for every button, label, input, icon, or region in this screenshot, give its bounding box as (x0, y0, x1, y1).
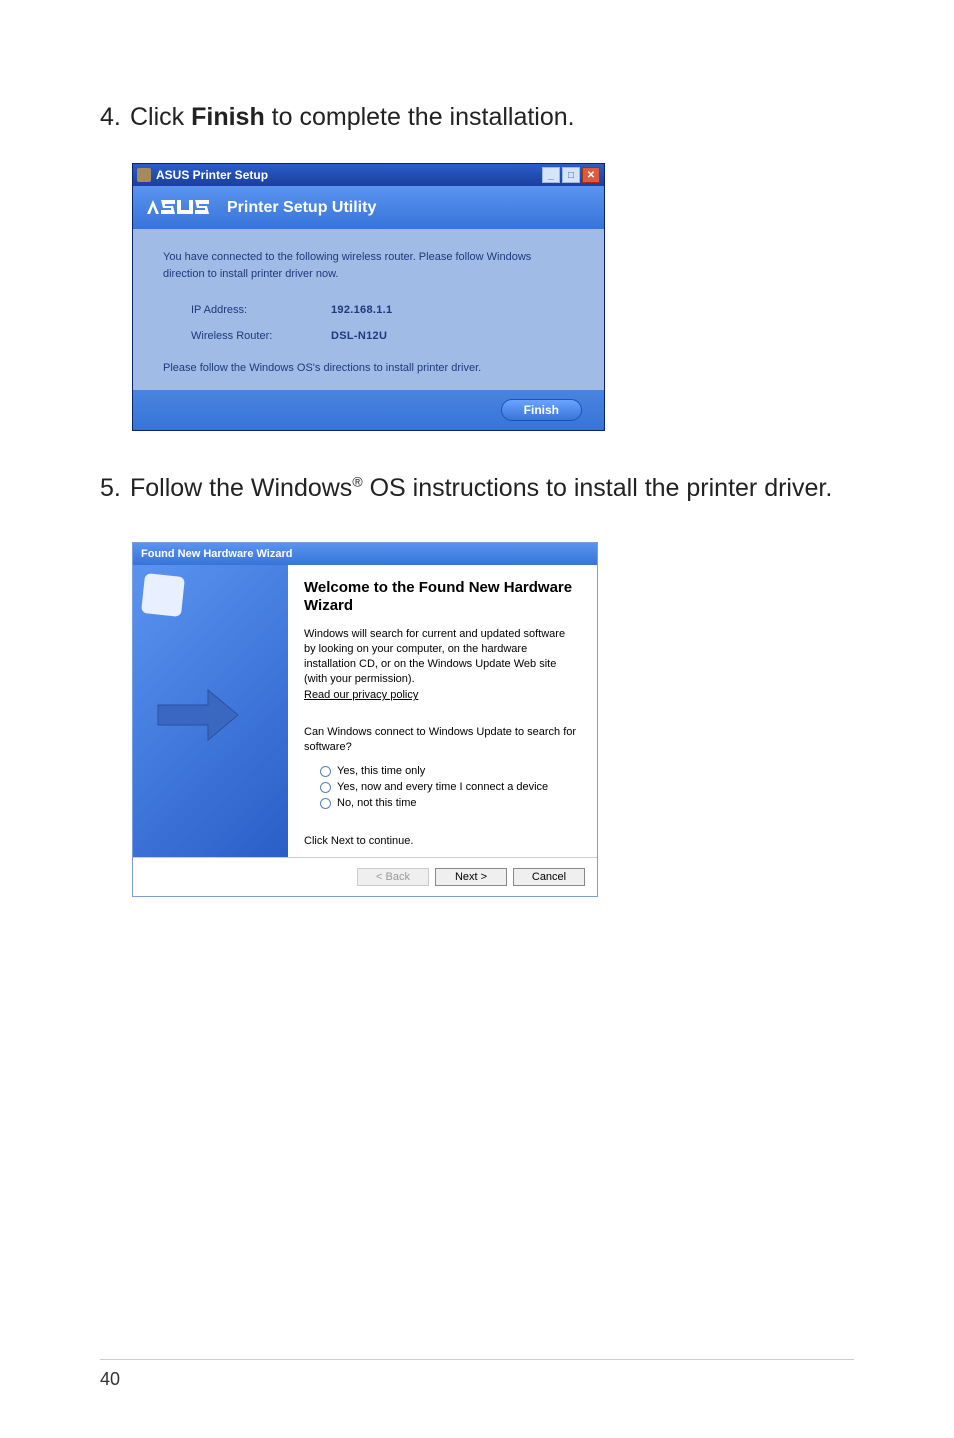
step-4-bold: Finish (191, 103, 265, 131)
asus-logo (145, 196, 221, 220)
page-number: 40 (100, 1369, 120, 1390)
finish-button[interactable]: Finish (501, 399, 582, 421)
step-4-number: 4. (100, 100, 130, 135)
back-button: < Back (357, 868, 429, 886)
dialog1-banner: Printer Setup Utility (133, 186, 604, 229)
wizard-paragraph-1: Windows will search for current and upda… (304, 627, 577, 686)
privacy-policy-link[interactable]: Read our privacy policy (304, 689, 418, 701)
radio-label-1: Yes, this time only (337, 765, 425, 777)
radio-label-3: No, not this time (337, 797, 416, 809)
wizard-sidebar-image (133, 565, 288, 857)
close-button[interactable]: ✕ (582, 167, 600, 183)
registered-symbol: ® (352, 474, 362, 490)
dialog2-title: Found New Hardware Wizard (141, 548, 292, 560)
minimize-button[interactable]: _ (542, 167, 560, 183)
wizard-heading: Welcome to the Found New Hardware Wizard (304, 579, 577, 615)
hardware-wizard-dialog: Found New Hardware Wizard Welcome to the… (132, 542, 598, 897)
radio-icon (320, 782, 331, 793)
radio-label-2: Yes, now and every time I connect a devi… (337, 781, 548, 793)
step-5-instruction: 5.Follow the Windows® OS instructions to… (100, 471, 854, 506)
banner-title: Printer Setup Utility (227, 199, 376, 217)
radio-yes-always[interactable]: Yes, now and every time I connect a devi… (320, 781, 577, 793)
step-5-number: 5. (100, 471, 130, 506)
radio-icon (320, 798, 331, 809)
dialog1-note: Please follow the Windows OS's direction… (163, 362, 574, 374)
maximize-button[interactable]: □ (562, 167, 580, 183)
wizard-continue-text: Click Next to continue. (304, 835, 577, 847)
radio-icon (320, 766, 331, 777)
ip-address-value: 192.168.1.1 (331, 304, 392, 316)
ip-address-label: IP Address: (191, 304, 331, 316)
step-4-text-post: to complete the installation. (265, 103, 575, 131)
dialog1-title: ASUS Printer Setup (156, 168, 542, 182)
dialog1-message: You have connected to the following wire… (163, 249, 574, 282)
dialog1-titlebar: ASUS Printer Setup _ □ ✕ (133, 164, 604, 186)
printer-icon (137, 168, 151, 182)
wireless-router-value: DSL-N12U (331, 330, 387, 342)
wizard-question: Can Windows connect to Windows Update to… (304, 725, 577, 755)
step-5-text-post: OS instructions to install the printer d… (363, 474, 833, 502)
step-5-text-pre: Follow the Windows (130, 474, 352, 502)
cancel-button[interactable]: Cancel (513, 868, 585, 886)
wireless-router-label: Wireless Router: (191, 330, 331, 342)
radio-yes-once[interactable]: Yes, this time only (320, 765, 577, 777)
radio-no[interactable]: No, not this time (320, 797, 577, 809)
step-4-text-pre: Click (130, 103, 191, 131)
dialog2-titlebar: Found New Hardware Wizard (133, 543, 597, 565)
step-4-instruction: 4.Click Finish to complete the installat… (100, 100, 854, 135)
next-button[interactable]: Next > (435, 868, 507, 886)
footer-rule (100, 1359, 854, 1360)
printer-setup-dialog: ASUS Printer Setup _ □ ✕ Printer Setup U… (132, 163, 605, 431)
